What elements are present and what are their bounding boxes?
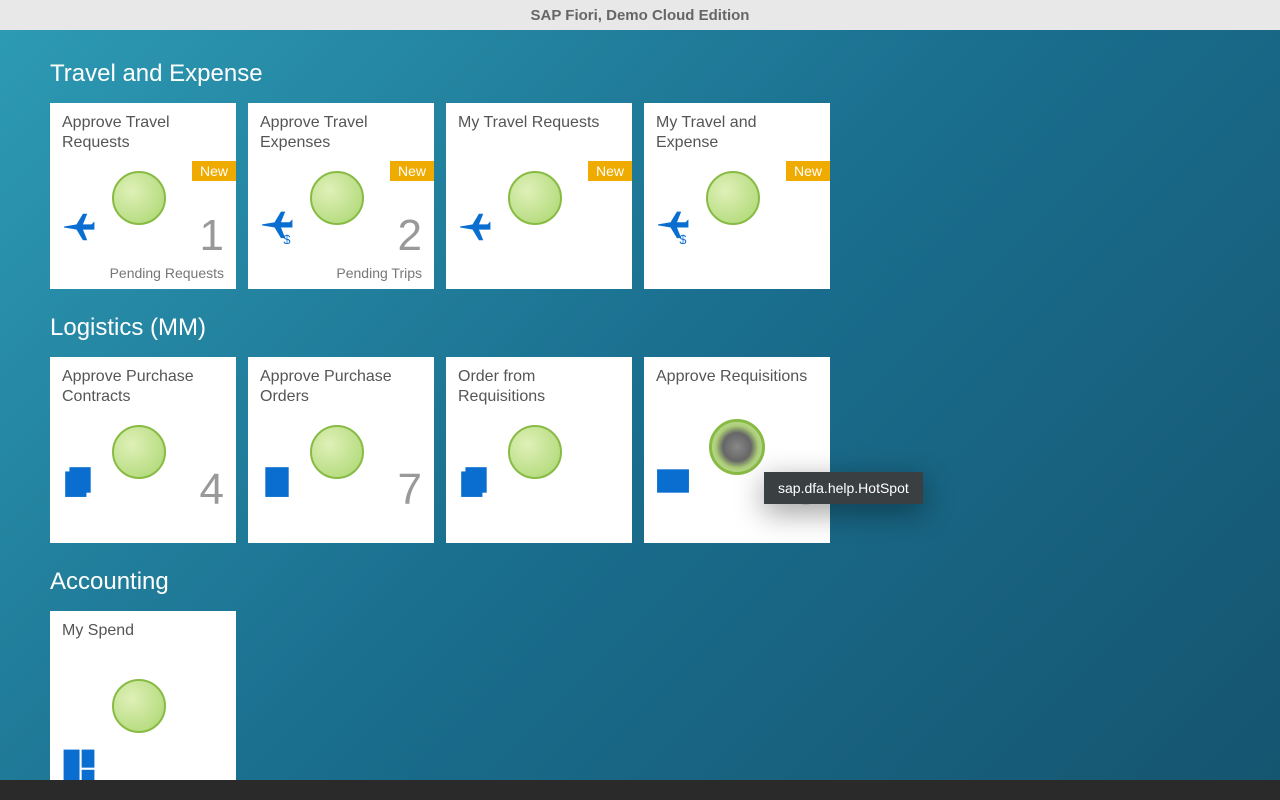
tile-footer: Pending Requests [110, 265, 224, 281]
svg-text:$: $ [273, 480, 281, 496]
tile-title: Approve Purchase Contracts [62, 367, 224, 407]
svg-text:$: $ [473, 474, 481, 490]
doc-dollar-stack-icon: $ [62, 464, 96, 503]
help-hotspot-icon[interactable] [310, 425, 364, 479]
help-hotspot-icon[interactable] [709, 419, 765, 475]
svg-text:$: $ [77, 474, 85, 490]
tile-title: My Travel Requests [458, 113, 620, 153]
help-hotspot-icon[interactable] [508, 425, 562, 479]
group-title: Travel and Expense [50, 60, 1230, 88]
group-title: Logistics (MM) [50, 314, 1230, 342]
tile-approve-travel-expenses[interactable]: Approve Travel Expenses New $ 2 Pending … [248, 103, 434, 289]
tile-order-from-requisitions[interactable]: Order from Requisitions $ [446, 357, 632, 543]
group-title: Accounting [50, 568, 1230, 596]
help-hotspot-icon[interactable] [112, 425, 166, 479]
bottom-bar [0, 780, 1280, 800]
airplane-icon [62, 210, 96, 249]
new-badge: New [192, 161, 236, 181]
tile-approve-travel-requests[interactable]: Approve Travel Requests New 1 Pending Re… [50, 103, 236, 289]
help-hotspot-icon[interactable] [706, 171, 760, 225]
tile-title: My Spend [62, 621, 224, 661]
tile-count: 1 [200, 211, 224, 261]
new-badge: New [390, 161, 434, 181]
svg-text:$: $ [679, 232, 686, 244]
new-badge: New [588, 161, 632, 181]
tile-approve-requisitions[interactable]: Approve Requisitions 8 [644, 357, 830, 543]
tile-title: Approve Requisitions [656, 367, 818, 407]
tile-row: Approve Purchase Contracts $ 4 Approve P… [50, 357, 1230, 543]
barcode-icon [656, 464, 690, 503]
tile-footer: Pending Trips [336, 265, 422, 281]
help-hotspot-icon[interactable] [310, 171, 364, 225]
tile-my-spend[interactable]: My Spend [50, 611, 236, 780]
tile-title: Order from Requisitions [458, 367, 620, 407]
tile-my-travel-requests[interactable]: My Travel Requests New [446, 103, 632, 289]
help-hotspot-icon[interactable] [112, 679, 166, 733]
tile-title: Approve Travel Requests [62, 113, 224, 153]
new-badge: New [786, 161, 830, 181]
app-header: SAP Fiori, Demo Cloud Edition [0, 0, 1280, 30]
tile-row: Approve Travel Requests New 1 Pending Re… [50, 103, 1230, 289]
tile-count: 7 [398, 465, 422, 515]
hotspot-tooltip: sap.dfa.help.HotSpot [764, 472, 923, 504]
svg-text:$: $ [283, 232, 290, 244]
tile-title: Approve Purchase Orders [260, 367, 422, 407]
tile-row: My Spend [50, 611, 1230, 780]
airplane-dollar-icon: $ [656, 210, 690, 249]
doc-dollar-stack-icon: $ [458, 464, 492, 503]
doc-dollar-icon: $ [260, 464, 294, 503]
app-header-title: SAP Fiori, Demo Cloud Edition [531, 7, 750, 24]
tile-approve-purchase-orders[interactable]: Approve Purchase Orders $ 7 [248, 357, 434, 543]
help-hotspot-icon[interactable] [112, 171, 166, 225]
help-hotspot-icon[interactable] [508, 171, 562, 225]
launchpad-content: Travel and Expense Approve Travel Reques… [0, 30, 1280, 780]
tile-approve-purchase-contracts[interactable]: Approve Purchase Contracts $ 4 [50, 357, 236, 543]
airplane-dollar-icon: $ [260, 210, 294, 249]
tile-title: My Travel and Expense [656, 113, 818, 153]
tile-my-travel-and-expense[interactable]: My Travel and Expense New $ [644, 103, 830, 289]
tile-title: Approve Travel Expenses [260, 113, 422, 153]
airplane-icon [458, 210, 492, 249]
dashboard-icon [62, 748, 96, 780]
tile-count: 4 [200, 465, 224, 515]
tile-count: 2 [398, 211, 422, 261]
